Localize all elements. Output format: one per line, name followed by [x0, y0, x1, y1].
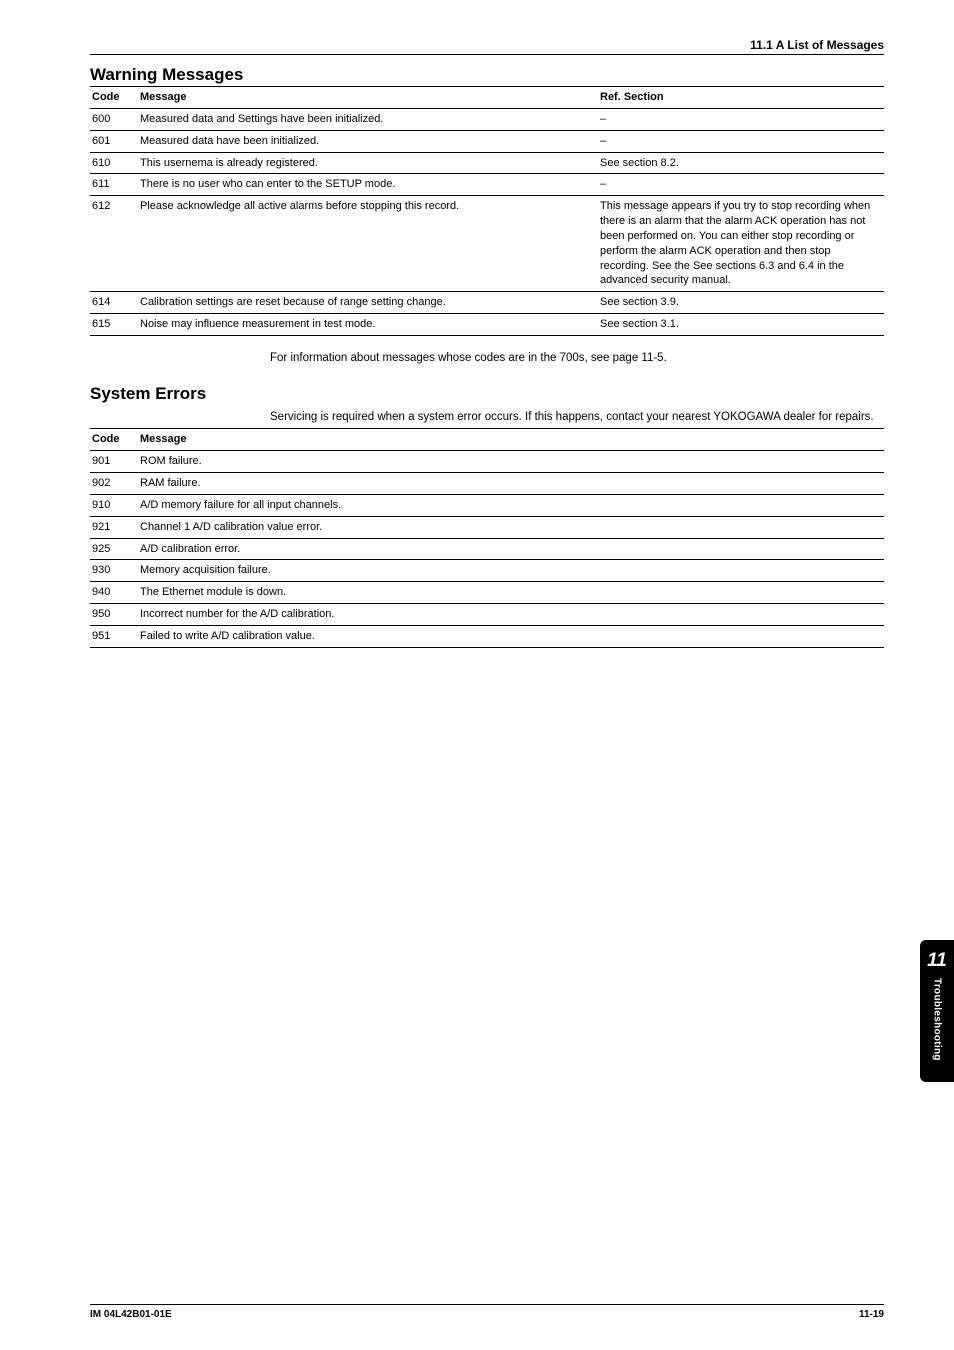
cell-message: Noise may influence measurement in test …: [138, 314, 598, 336]
table-row: 940 The Ethernet module is down.: [90, 582, 884, 604]
cell-code: 950: [90, 604, 138, 626]
cell-message: The Ethernet module is down.: [138, 582, 884, 604]
system-errors-intro: Servicing is required when a system erro…: [270, 409, 884, 426]
chapter-number: 11: [920, 950, 954, 972]
cell-code: 940: [90, 582, 138, 604]
cell-message: A/D memory failure for all input channel…: [138, 494, 884, 516]
cell-code: 610: [90, 152, 138, 174]
table-header-row: Code Message: [90, 429, 884, 451]
table-row: 902 RAM failure.: [90, 473, 884, 495]
table-row: 925 A/D calibration error.: [90, 538, 884, 560]
cell-message: Measured data and Settings have been ini…: [138, 108, 598, 130]
warning-messages-title: Warning Messages: [90, 65, 884, 87]
col-header-code: Code: [90, 87, 138, 108]
page-section-header: 11.1 A List of Messages: [90, 38, 884, 55]
cell-message: RAM failure.: [138, 473, 884, 495]
cell-code: 612: [90, 196, 138, 292]
page-footer: IM 04L42B01-01E 11-19: [90, 1304, 884, 1320]
col-header-ref: Ref. Section: [598, 87, 884, 108]
table-row: 950 Incorrect number for the A/D calibra…: [90, 604, 884, 626]
table-row: 614 Calibration settings are reset becau…: [90, 292, 884, 314]
warning-messages-table: Code Message Ref. Section 600 Measured d…: [90, 87, 884, 336]
cell-ref: See section 3.9.: [598, 292, 884, 314]
cell-ref: See section 3.1.: [598, 314, 884, 336]
table-row: 615 Noise may influence measurement in t…: [90, 314, 884, 336]
cell-ref: –: [598, 130, 884, 152]
chapter-label: Troubleshooting: [932, 978, 943, 1061]
cell-message: Measured data have been initialized.: [138, 130, 598, 152]
cell-code: 951: [90, 625, 138, 647]
col-header-code: Code: [90, 429, 138, 451]
table-row: 610 This usernema is already registered.…: [90, 152, 884, 174]
table-row: 901 ROM failure.: [90, 451, 884, 473]
cell-ref: See section 8.2.: [598, 152, 884, 174]
cell-code: 601: [90, 130, 138, 152]
table-row: 612 Please acknowledge all active alarms…: [90, 196, 884, 292]
cell-code: 615: [90, 314, 138, 336]
cell-ref: –: [598, 108, 884, 130]
cell-message: Incorrect number for the A/D calibration…: [138, 604, 884, 626]
col-header-message: Message: [138, 87, 598, 108]
cell-ref: This message appears if you try to stop …: [598, 196, 884, 292]
table-row: 951 Failed to write A/D calibration valu…: [90, 625, 884, 647]
table-row: 611 There is no user who can enter to th…: [90, 174, 884, 196]
table-row: 600 Measured data and Settings have been…: [90, 108, 884, 130]
table-row: 601 Measured data have been initialized.…: [90, 130, 884, 152]
cell-message: This usernema is already registered.: [138, 152, 598, 174]
cell-code: 910: [90, 494, 138, 516]
cell-code: 611: [90, 174, 138, 196]
table-row: 910 A/D memory failure for all input cha…: [90, 494, 884, 516]
cell-code: 925: [90, 538, 138, 560]
system-errors-title: System Errors: [90, 384, 884, 405]
cell-code: 902: [90, 473, 138, 495]
table-header-row: Code Message Ref. Section: [90, 87, 884, 108]
cell-message: Failed to write A/D calibration value.: [138, 625, 884, 647]
table-row: 921 Channel 1 A/D calibration value erro…: [90, 516, 884, 538]
footer-page-number: 11-19: [859, 1309, 884, 1320]
cell-message: Please acknowledge all active alarms bef…: [138, 196, 598, 292]
footer-doc-id: IM 04L42B01-01E: [90, 1309, 172, 1320]
chapter-side-tab: 11 Troubleshooting: [920, 940, 954, 1082]
cell-code: 921: [90, 516, 138, 538]
system-errors-table: Code Message 901 ROM failure. 902 RAM fa…: [90, 428, 884, 647]
cell-message: ROM failure.: [138, 451, 884, 473]
warning-footnote: For information about messages whose cod…: [270, 350, 884, 366]
cell-code: 614: [90, 292, 138, 314]
cell-message: A/D calibration error.: [138, 538, 884, 560]
cell-message: Calibration settings are reset because o…: [138, 292, 598, 314]
cell-code: 901: [90, 451, 138, 473]
table-row: 930 Memory acquisition failure.: [90, 560, 884, 582]
cell-code: 930: [90, 560, 138, 582]
cell-ref: –: [598, 174, 884, 196]
col-header-message: Message: [138, 429, 884, 451]
cell-message: There is no user who can enter to the SE…: [138, 174, 598, 196]
cell-message: Channel 1 A/D calibration value error.: [138, 516, 884, 538]
cell-code: 600: [90, 108, 138, 130]
cell-message: Memory acquisition failure.: [138, 560, 884, 582]
